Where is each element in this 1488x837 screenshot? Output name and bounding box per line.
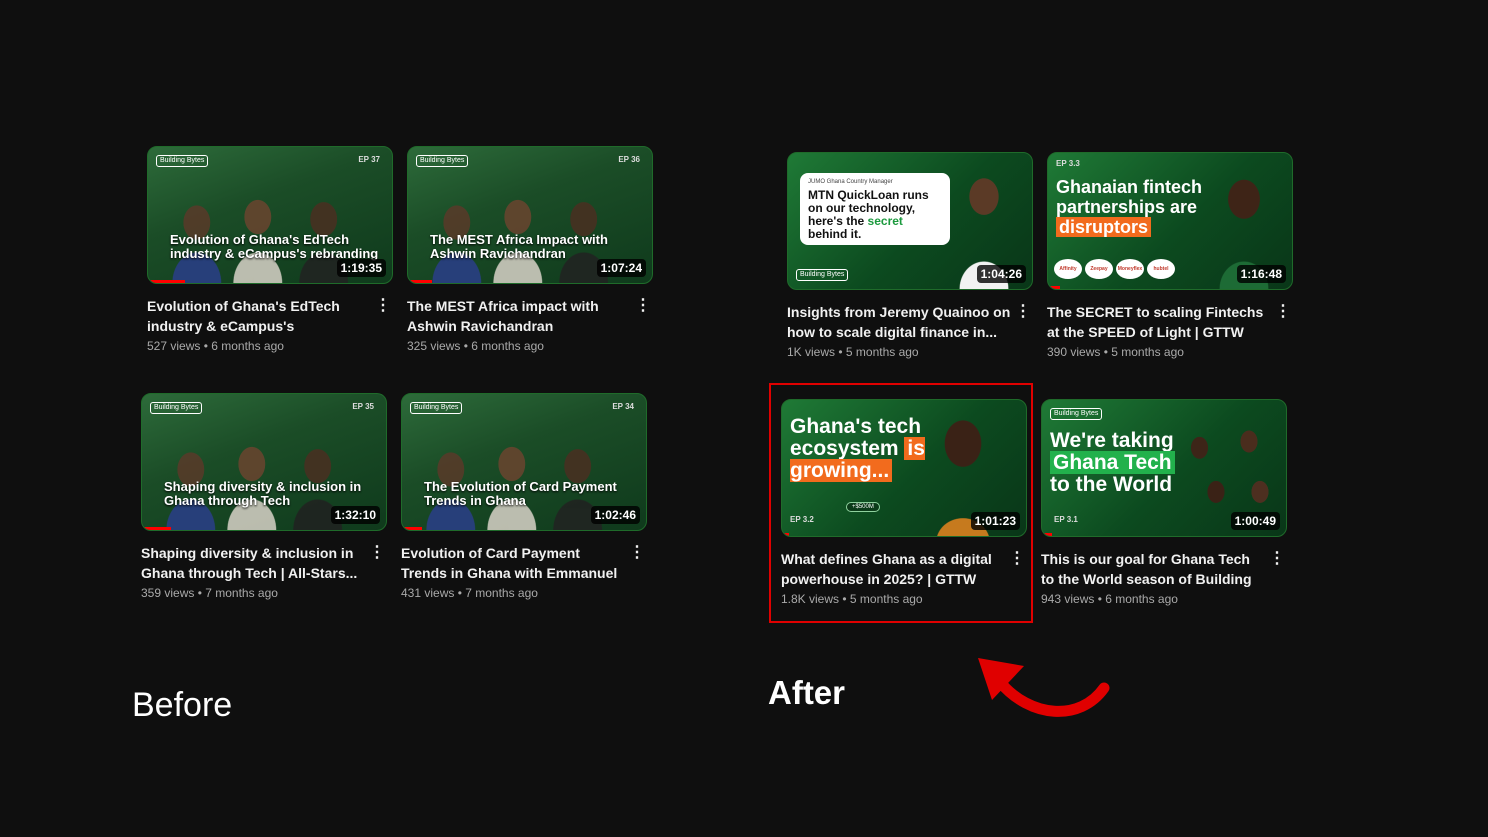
highlight-box: [769, 383, 1033, 623]
after-label: After: [768, 674, 846, 711]
video-card-after-4[interactable]: Building Bytes We're taking Ghana Tech t…: [1041, 399, 1287, 606]
watch-progress-bar: [1048, 286, 1061, 289]
video-stats: 1K views • 5 months ago: [787, 345, 919, 359]
quote-speaker: JUMO Ghana Country Manager: [808, 179, 893, 185]
video-title[interactable]: This is our goal for Ghana Tech to the W…: [1041, 549, 1265, 589]
video-duration: 1:07:24: [596, 259, 646, 277]
watch-progress-bar: [402, 527, 422, 530]
video-title[interactable]: The SECRET to scaling Fintechs at the SP…: [1047, 302, 1271, 342]
before-label: Before: [132, 686, 233, 724]
video-card-after-1[interactable]: JUMO Ghana Country Manager MTN QuickLoan…: [787, 152, 1033, 359]
quote-text: MTN QuickLoan runs on our technology, he…: [808, 188, 929, 241]
watch-progress-bar: [1042, 533, 1052, 536]
thumbnail-headline: We're taking Ghana Tech to the World: [1050, 429, 1175, 496]
partner-logo: hubtel: [1147, 259, 1175, 279]
video-thumbnail[interactable]: Building Bytes We're taking Ghana Tech t…: [1041, 399, 1287, 537]
video-duration: 1:32:10: [330, 506, 380, 524]
video-stats: 943 views • 6 months ago: [1041, 592, 1178, 606]
episode-label: EP 3.3: [1056, 159, 1080, 168]
more-options-icon[interactable]: ⋮: [1275, 304, 1291, 320]
video-title[interactable]: Evolution of Ghana's EdTech industry & e…: [147, 296, 371, 336]
partner-logos: Affinity Zeepay Moneyflex hubtel: [1054, 259, 1175, 279]
video-duration: 1:19:35: [336, 259, 386, 277]
video-thumbnail[interactable]: Building Bytes EP 36 The MEST Africa Imp…: [407, 146, 653, 284]
more-options-icon[interactable]: ⋮: [1015, 304, 1031, 320]
thumbnail-overlay-text: Evolution of Ghana's EdTech industry & e…: [170, 232, 379, 261]
video-card-before-4[interactable]: Building Bytes EP 34 The Evolution of Ca…: [401, 393, 647, 600]
more-options-icon[interactable]: ⋮: [629, 545, 645, 561]
channel-logo: Building Bytes: [156, 155, 209, 167]
thumbnail-headline: Ghanaian fintech partnerships are disrup…: [1056, 177, 1203, 237]
video-thumbnail[interactable]: Building Bytes EP 37 Evolution of Ghana'…: [147, 146, 393, 284]
episode-label: EP 36: [618, 155, 640, 164]
more-options-icon[interactable]: ⋮: [375, 298, 391, 314]
partner-logo: Moneyflex: [1116, 259, 1144, 279]
video-title[interactable]: Insights from Jeremy Quainoo on how to s…: [787, 302, 1011, 342]
channel-logo: Building Bytes: [416, 155, 469, 167]
partner-logo: Affinity: [1054, 259, 1082, 279]
video-thumbnail[interactable]: Building Bytes EP 35 Shaping diversity &…: [141, 393, 387, 531]
video-stats: 390 views • 5 months ago: [1047, 345, 1184, 359]
video-card-before-1[interactable]: Building Bytes EP 37 Evolution of Ghana'…: [147, 146, 393, 353]
partner-logo: Zeepay: [1085, 259, 1113, 279]
episode-label: EP 37: [358, 155, 380, 164]
thumbnail-overlay-text: Shaping diversity & inclusion in Ghana t…: [164, 479, 362, 508]
more-options-icon[interactable]: ⋮: [1269, 551, 1285, 567]
video-stats: 431 views • 7 months ago: [401, 586, 538, 600]
channel-logo: Building Bytes: [410, 402, 463, 414]
video-stats: 359 views • 7 months ago: [141, 586, 278, 600]
thumbnail-quote-box: JUMO Ghana Country Manager MTN QuickLoan…: [800, 173, 950, 245]
video-stats: 325 views • 6 months ago: [407, 339, 544, 353]
video-thumbnail[interactable]: Building Bytes EP 34 The Evolution of Ca…: [401, 393, 647, 531]
video-title[interactable]: Shaping diversity & inclusion in Ghana t…: [141, 543, 365, 583]
watch-progress-bar: [408, 280, 433, 283]
video-duration: 1:02:46: [590, 506, 640, 524]
video-duration: 1:16:48: [1236, 265, 1286, 283]
thumbnail-overlay-text: The MEST Africa Impact with Ashwin Ravic…: [430, 232, 608, 261]
episode-label: EP 34: [612, 402, 634, 411]
video-thumbnail[interactable]: EP 3.3 Ghanaian fintech partnerships are…: [1047, 152, 1293, 290]
episode-label: EP 35: [352, 402, 374, 411]
video-duration: 1:00:49: [1230, 512, 1280, 530]
more-options-icon[interactable]: ⋮: [369, 545, 385, 561]
video-duration: 1:04:26: [976, 265, 1026, 283]
video-card-before-2[interactable]: Building Bytes EP 36 The MEST Africa Imp…: [407, 146, 653, 353]
video-card-before-3[interactable]: Building Bytes EP 35 Shaping diversity &…: [141, 393, 387, 600]
video-title[interactable]: The MEST Africa impact with Ashwin Ravic…: [407, 296, 631, 336]
watch-progress-bar: [148, 280, 185, 283]
episode-label: EP 3.1: [1054, 515, 1078, 524]
channel-logo: Building Bytes: [150, 402, 203, 414]
channel-logo: Building Bytes: [1050, 408, 1103, 420]
video-title[interactable]: Evolution of Card Payment Trends in Ghan…: [401, 543, 625, 583]
watch-progress-bar: [142, 527, 172, 530]
channel-logo: Building Bytes: [796, 269, 849, 281]
video-stats: 527 views • 6 months ago: [147, 339, 284, 353]
red-arrow-icon: [978, 658, 1110, 717]
video-thumbnail[interactable]: JUMO Ghana Country Manager MTN QuickLoan…: [787, 152, 1033, 290]
video-card-after-2[interactable]: EP 3.3 Ghanaian fintech partnerships are…: [1047, 152, 1293, 359]
thumbnail-overlay-text: The Evolution of Card Payment Trends in …: [424, 479, 617, 508]
more-options-icon[interactable]: ⋮: [635, 298, 651, 314]
